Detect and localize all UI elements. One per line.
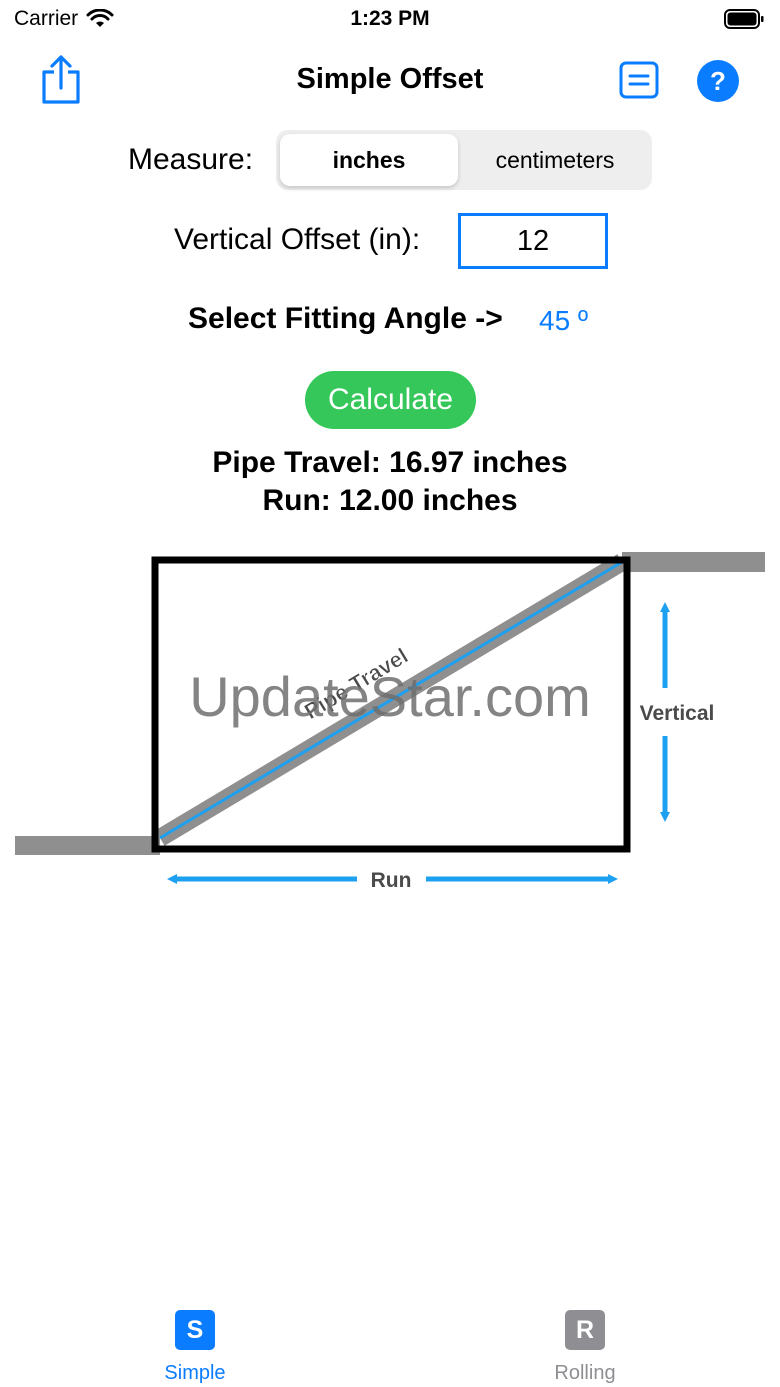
fitting-angle-label: Select Fitting Angle -> [188,302,503,335]
pipe-travel-result: Pipe Travel: 16.97 inches [212,446,568,479]
battery-icon [724,9,764,29]
measure-label: Measure: [128,143,254,176]
nav-bar: Simple Offset ? [0,50,780,112]
offset-diagram: Pipe Travel Vertical Run UpdateStar.com [15,552,765,892]
tab-simple-label: Simple [164,1362,226,1384]
lower-pipe [15,836,160,855]
vertical-offset-label: Vertical Offset (in): [174,223,421,256]
simple-tab-icon: S [175,1310,215,1350]
tab-rolling[interactable]: R Rolling [525,1310,645,1384]
vertical-offset-input[interactable] [458,213,608,269]
page-title: Simple Offset [296,63,484,95]
fitting-angle-picker[interactable]: 45 º [539,305,588,337]
rolling-tab-icon: R [565,1310,605,1350]
tab-simple[interactable]: S Simple [135,1310,255,1384]
list-icon[interactable] [618,60,662,102]
status-bar: Carrier 1:23 PM [0,0,780,40]
unit-segmented-control: inches centimeters [276,130,652,190]
run-result: Run: 12.00 inches [262,484,518,517]
status-time: 1:23 PM [350,7,430,30]
watermark: UpdateStar.com [189,665,591,728]
segment-inches[interactable]: inches [280,134,458,186]
upper-pipe [622,552,765,572]
calculate-button[interactable]: Calculate [305,371,476,429]
segment-centimeters[interactable]: centimeters [462,134,648,186]
vertical-label: Vertical [640,702,715,725]
run-label: Run [371,869,412,892]
tab-rolling-label: Rolling [554,1362,616,1384]
help-icon[interactable]: ? [697,60,739,102]
